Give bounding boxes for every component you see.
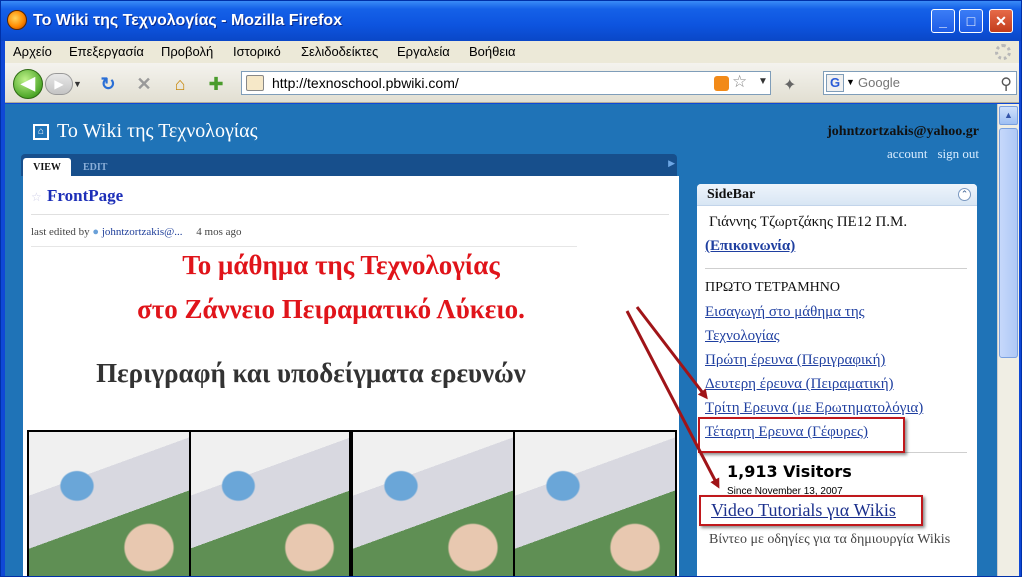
menu-help[interactable]: Βοήθεια <box>469 44 516 59</box>
signout-link[interactable]: sign out <box>937 146 979 161</box>
url-text[interactable]: http://texnoschool.pbwiki.com/ <box>272 75 459 91</box>
history-dropdown-icon[interactable]: ▼ <box>73 79 82 89</box>
tab-edit[interactable]: EDIT <box>83 162 107 173</box>
engine-dropdown-icon[interactable]: ▼ <box>846 77 855 87</box>
photo <box>29 432 189 576</box>
video-description: Βίντεο με οδηγίες για τα δημιουργία Wiki… <box>709 532 951 547</box>
photo <box>191 432 349 576</box>
maximize-button[interactable]: □ <box>959 9 983 33</box>
divider <box>31 246 577 247</box>
tabs-arrow-icon: ▶ <box>668 158 675 168</box>
title-bar[interactable]: Το Wiki της Τεχνολογίας - Mozilla Firefo… <box>1 1 1021 41</box>
site-title[interactable]: Το Wiki της Τεχνολογίας <box>57 120 258 143</box>
divider <box>705 268 967 269</box>
scroll-up-icon[interactable]: ▲ <box>999 106 1018 125</box>
addon-icon[interactable]: ✦ <box>783 75 796 95</box>
url-dropdown-icon[interactable]: ▼ <box>758 76 768 87</box>
user-email: johntzortzakis@yahoo.gr <box>827 124 979 139</box>
sidebar-title: SideBar <box>707 187 756 202</box>
search-box[interactable]: G ▼ ⚲ <box>823 71 1017 95</box>
sidebar-header: SideBar ⌃ <box>697 184 977 206</box>
sidebar-link-third[interactable]: Τρίτη Ερευνα (με Ερωτηματολόγια) <box>705 400 923 417</box>
minimize-button[interactable]: _ <box>931 9 955 33</box>
site-favicon-icon <box>246 75 264 91</box>
sidebar-link-intro[interactable]: Εισαγωγή στο μάθημα της <box>705 304 865 321</box>
page-tabs: VIEW EDIT ▶ <box>21 154 677 178</box>
last-edited-info: last edited by ● johntzortzakis@... 4 mo… <box>31 226 242 238</box>
highlight-box <box>699 495 923 526</box>
menu-history[interactable]: Ιστορικό <box>233 44 281 59</box>
navigation-toolbar: ◀ ▶ ▼ ↻ ✕ ⌂ ✚ http://texnoschool.pbwiki.… <box>5 63 1019 103</box>
search-icon[interactable]: ⚲ <box>1000 74 1012 94</box>
edited-when: 4 mos ago <box>196 226 242 238</box>
sidebar-author: Γιάννης Τζωρτζάκης ΠΕ12 Π.Μ. <box>709 214 908 230</box>
url-bar[interactable]: http://texnoschool.pbwiki.com/ ☆ ▼ <box>241 71 771 95</box>
menu-view[interactable]: Προβολή <box>161 44 213 59</box>
close-button[interactable]: ✕ <box>989 9 1013 33</box>
account-link[interactable]: account <box>887 146 927 161</box>
photo-strip <box>27 430 677 576</box>
throbber-icon <box>995 44 1011 60</box>
stop-icon[interactable]: ✕ <box>133 73 155 95</box>
visitor-counter: 1,913 Visitors <box>727 462 852 481</box>
tab-view[interactable]: VIEW <box>23 158 71 178</box>
scroll-thumb[interactable] <box>999 128 1018 358</box>
photo <box>353 432 513 576</box>
window-title: Το Wiki της Τεχνολογίας - Mozilla Firefo… <box>33 12 343 29</box>
user-links: account sign out <box>877 146 979 162</box>
bookmark-add-icon[interactable]: ✚ <box>205 73 227 95</box>
browser-window: Το Wiki της Τεχνολογίας - Mozilla Firefo… <box>0 0 1022 577</box>
search-input[interactable] <box>858 75 988 90</box>
menu-bar: Αρχείο Επεξεργασία Προβολή Ιστορικό Σελι… <box>5 41 1019 63</box>
edited-prefix: last edited by <box>31 226 90 238</box>
user-icon: ● <box>92 226 100 238</box>
forward-button[interactable]: ▶ <box>45 73 73 95</box>
edited-user-link[interactable]: johntzortzakis@... <box>102 226 183 238</box>
wiki-home-icon[interactable]: ⌂ <box>33 124 49 140</box>
headline-line-1: Το μάθημα της Τεχνολογίας <box>182 250 500 280</box>
menu-tools[interactable]: Εργαλεία <box>397 44 450 59</box>
menu-bookmarks[interactable]: Σελιδοδείκτες <box>301 44 378 59</box>
bookmark-star-icon[interactable]: ☆ <box>732 72 747 92</box>
main-content: ☆ FrontPage last edited by ● johntzortza… <box>23 176 679 576</box>
collapse-icon[interactable]: ⌃ <box>958 188 971 201</box>
reload-icon[interactable]: ↻ <box>97 73 119 95</box>
menu-file[interactable]: Αρχείο <box>13 44 52 59</box>
google-engine-icon[interactable]: G <box>826 74 844 92</box>
subheading: Περιγραφή και υποδείγματα ερευνών <box>96 358 526 388</box>
sidebar-link-first[interactable]: Πρώτη έρευνα (Περιγραφική) <box>705 352 885 369</box>
rss-feed-icon[interactable] <box>714 76 729 91</box>
favorite-star-icon[interactable]: ☆ <box>31 190 42 204</box>
page-title: FrontPage <box>47 186 124 205</box>
firefox-icon <box>7 10 27 30</box>
highlight-box <box>698 417 905 453</box>
headline-line-2: στο Ζάννειο Πειραματικό Λύκειο. <box>137 294 525 324</box>
home-icon[interactable]: ⌂ <box>169 73 191 95</box>
divider <box>31 214 669 215</box>
vertical-scrollbar[interactable]: ▲ <box>997 104 1019 576</box>
sidebar-link-second[interactable]: Δευτερη έρευνα (Πειραματική) <box>705 376 894 393</box>
sidebar-link-intro-cont[interactable]: Τεχνολογίας <box>705 328 780 345</box>
contact-link[interactable]: (Επικοινωνία) <box>705 238 795 255</box>
section-title: ΠΡΩΤΟ ΤΕΤΡΑΜΗΝΟ <box>705 280 841 295</box>
back-button[interactable]: ◀ <box>13 69 43 99</box>
photo <box>515 432 675 576</box>
menu-edit[interactable]: Επεξεργασία <box>69 44 144 59</box>
